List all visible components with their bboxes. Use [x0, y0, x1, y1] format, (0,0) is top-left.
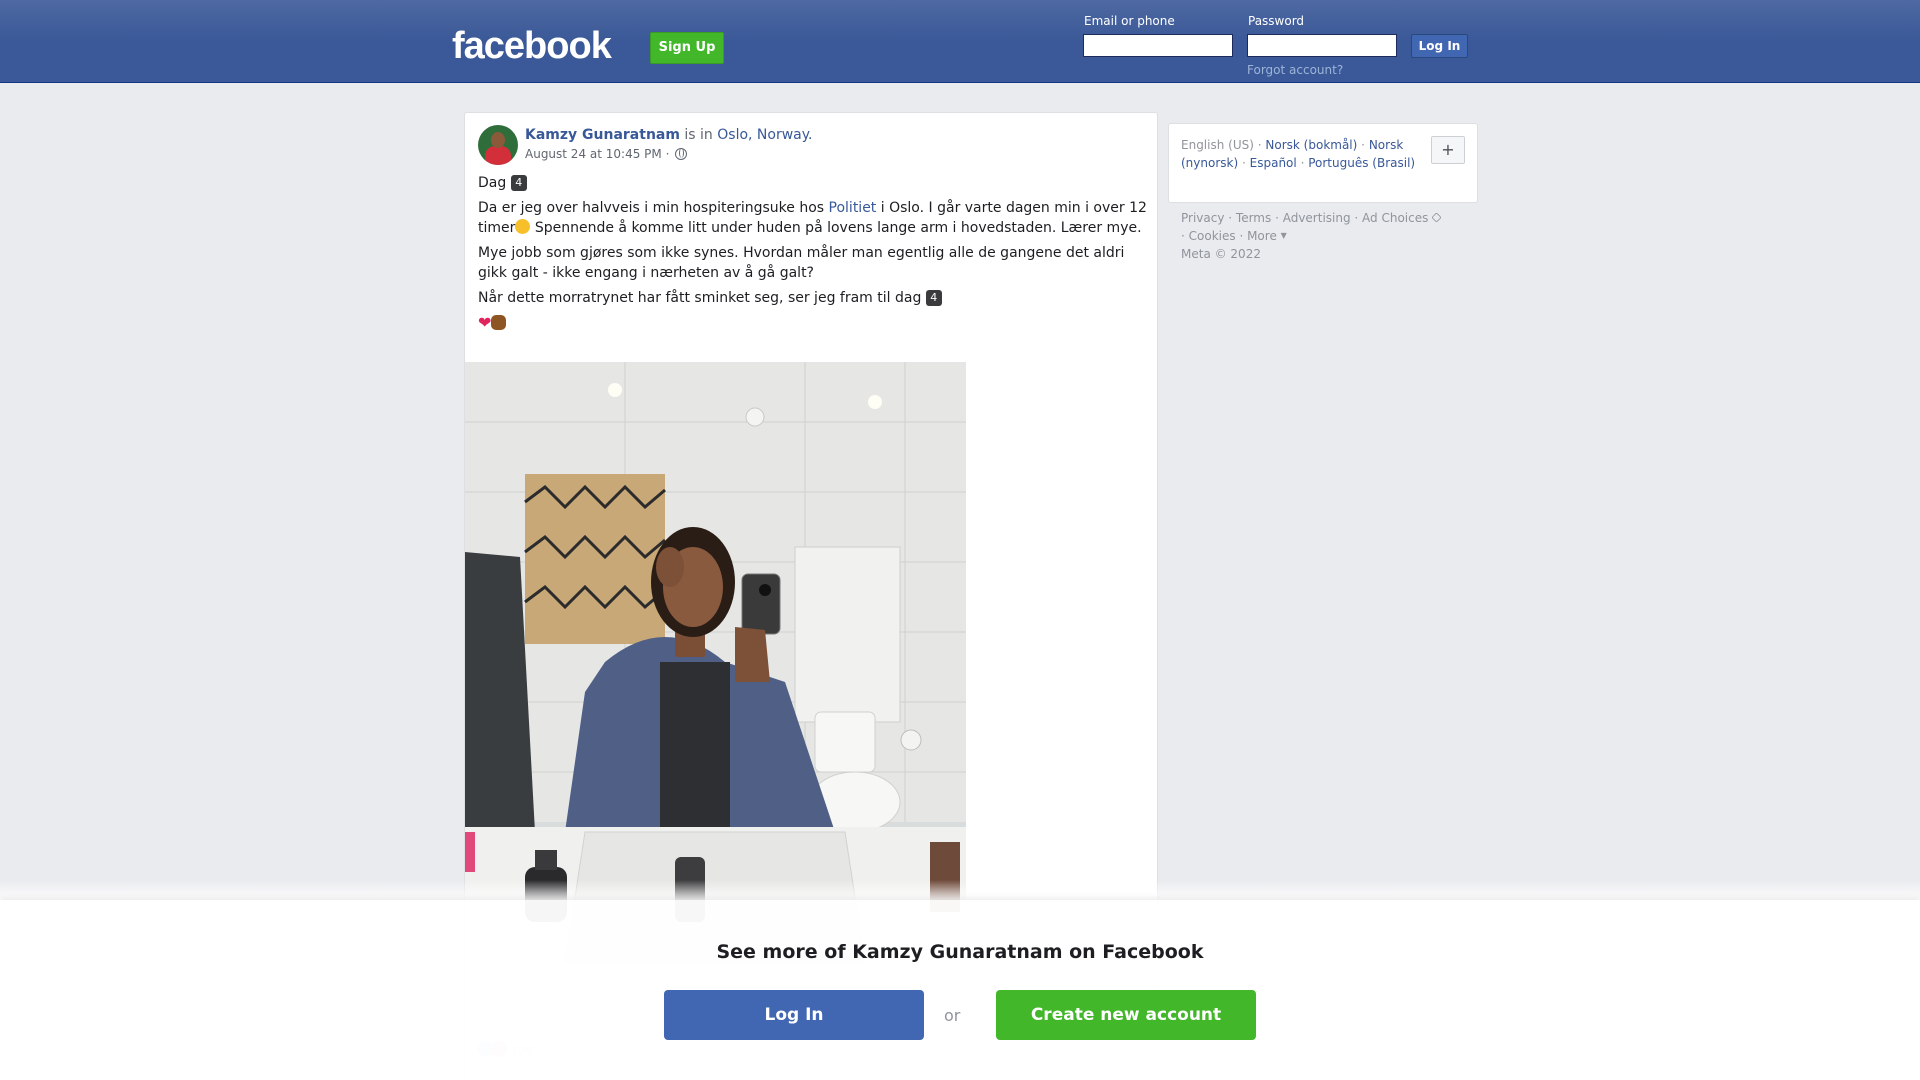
author-avatar[interactable]	[478, 125, 518, 165]
post-meta: August 24 at 10:45 PM ·	[525, 147, 688, 161]
post-body: Dag 4 Da er jeg over halvveis i min hosp…	[478, 173, 1148, 339]
sign-up-button[interactable]: Sign Up	[650, 32, 724, 64]
overlay-fade	[0, 880, 1920, 900]
more-languages-plus-button[interactable]: +	[1431, 136, 1465, 164]
password-label: Password	[1248, 14, 1305, 28]
ad-choices-icon	[1431, 212, 1442, 223]
language-link[interactable]: Norsk (bokmål)	[1265, 138, 1357, 152]
language-selector-box: English (US) · Norsk (bokmål) · Norsk (n…	[1168, 123, 1478, 203]
is-in-text: is in	[684, 127, 713, 143]
post-emoji-line: ❤	[478, 313, 1148, 334]
caret-down-icon: ▼	[1280, 231, 1287, 240]
forgot-account-link[interactable]: Forgot account?	[1247, 63, 1343, 77]
footer-link-advertising[interactable]: Advertising	[1283, 211, 1351, 225]
overlay-login-button[interactable]: Log In	[664, 990, 924, 1040]
post-header: Kamzy Gunaratnam is in Oslo, Norway.	[525, 127, 813, 143]
post-paragraph-2: Mye jobb som gjøres som ikke synes. Hvor…	[478, 245, 1125, 281]
email-field[interactable]	[1083, 34, 1233, 57]
footer-link-cookies[interactable]: Cookies	[1189, 229, 1236, 243]
footer-link-privacy[interactable]: Privacy	[1181, 211, 1224, 225]
fist-emoji-icon	[491, 315, 507, 330]
footer-link-more[interactable]: More ▼	[1247, 229, 1287, 243]
post-paragraph-3: Når dette morratrynet har fått sminket s…	[478, 288, 1148, 308]
top-navigation-bar: facebook Sign Up Email or phone Password…	[0, 0, 1920, 83]
facebook-logo[interactable]: facebook	[452, 25, 612, 68]
overlay-title: See more of Kamzy Gunaratnam on Facebook	[716, 941, 1204, 963]
create-account-button[interactable]: Create new account	[996, 990, 1256, 1040]
meta-separator: ·	[665, 147, 670, 161]
politiet-link[interactable]: Politiet	[829, 200, 877, 216]
password-field[interactable]	[1247, 34, 1397, 57]
red-heart-emoji-icon: ❤	[478, 313, 492, 332]
header-login-button[interactable]: Log In	[1411, 34, 1468, 58]
footer-link-ad-choices[interactable]: Ad Choices	[1362, 211, 1442, 225]
language-link[interactable]: Español	[1250, 156, 1297, 170]
location-link[interactable]: Oslo, Norway.	[717, 127, 812, 143]
post-line-dag: Dag 4	[478, 173, 1148, 193]
post-timestamp[interactable]: August 24 at 10:45 PM	[525, 147, 662, 161]
email-label: Email or phone	[1084, 14, 1175, 28]
grinning-emoji-icon	[515, 219, 531, 234]
post-paragraph-1: Da er jeg over halvveis i min hospiterin…	[478, 200, 1147, 236]
globe-icon	[675, 148, 688, 160]
language-link[interactable]: Português (Brasil)	[1308, 156, 1415, 170]
current-language: English (US)	[1181, 138, 1254, 152]
copyright: Meta © 2022	[1181, 247, 1261, 261]
or-separator: or	[944, 1006, 961, 1025]
login-prompt-overlay: See more of Kamzy Gunaratnam on Facebook…	[0, 900, 1920, 1080]
author-name-link[interactable]: Kamzy Gunaratnam	[525, 127, 680, 143]
footer-link-terms[interactable]: Terms	[1236, 211, 1271, 225]
footer-links: Privacy · Terms · Advertising · Ad Choic…	[1181, 209, 1481, 263]
keycap-four-emoji: 4	[925, 290, 942, 306]
keycap-four-emoji: 4	[510, 175, 527, 191]
